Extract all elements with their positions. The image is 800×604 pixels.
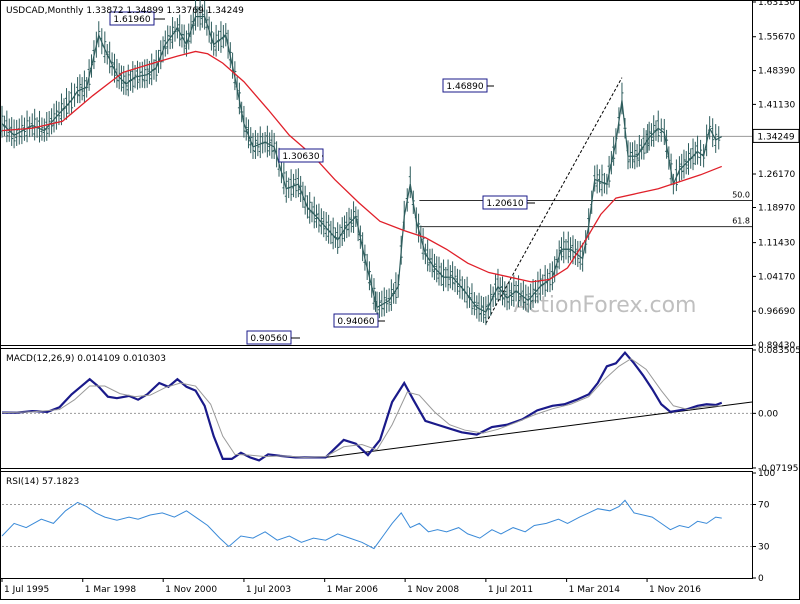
x-tick-label: 1 Jul 1995	[4, 585, 49, 595]
usdcad-monthly-chart: ActionForex.com 1.63130 1.55670 1.48390 1.41…	[0, 0, 800, 600]
annotation-label: 1.30630	[282, 152, 319, 162]
price-y-tick-label: 1.18970	[758, 204, 795, 214]
price-y-tick-label: 1.04170	[758, 272, 795, 282]
price-y-tick-label: 1.48390	[758, 67, 795, 77]
price-bars	[0, 0, 721, 326]
price-y-tick-label: 1.11430	[758, 239, 795, 249]
fib-level-label: 50.0	[732, 190, 750, 199]
price-y-tick-label: 1.63130	[758, 0, 795, 8]
watermark: ActionForex.com	[514, 293, 697, 318]
rsi-y-tick-label: 100	[758, 469, 775, 479]
x-tick-label: 1 Jul 2011	[488, 585, 533, 595]
rsi-y-tick-label: 30	[758, 543, 770, 553]
last-price-label: 1.34249	[757, 132, 794, 142]
rsi-line	[1, 499, 722, 550]
rsi-panel-header: RSI(14) 57.1823	[6, 477, 79, 487]
price-y-tick-label: 0.96690	[758, 307, 795, 317]
rsi-y-tick-label: 70	[758, 501, 770, 511]
chart-canvas: ActionForex.com 1.63130 1.55670 1.48390 1.41…	[0, 0, 800, 600]
price-panel-header: USDCAD,Monthly 1.33872 1.34899 1.33769 1…	[6, 6, 244, 16]
rsi-panel-frame	[0, 471, 753, 579]
x-tick-label: 1 Nov 2000	[165, 585, 217, 595]
x-tick-label: 1 Nov 2016	[649, 585, 701, 595]
annotation-label: 1.61960	[113, 15, 150, 25]
x-tick-label: 1 Mar 2014	[569, 585, 621, 595]
annotation-label: 0.90560	[250, 334, 287, 344]
x-tick-label: 1 Mar 2006	[327, 585, 379, 595]
x-tick-label: 1 Nov 2008	[407, 585, 459, 595]
rsi-y-tick-label: 0	[758, 574, 764, 584]
price-y-tick-label: 1.41130	[758, 100, 795, 110]
macd-signal-line	[1, 358, 722, 458]
macd-y-tick-label: 0.00	[758, 409, 778, 419]
x-tick-label: 1 Jul 2003	[246, 585, 291, 595]
fib-level-label: 61.8	[732, 217, 750, 226]
x-tick-label: 1 Mar 1998	[85, 585, 137, 595]
macd-y-tick-label: 0.083505	[758, 346, 800, 356]
annotation-label: 0.94060	[337, 317, 374, 327]
price-y-tick-label: 1.26170	[758, 170, 795, 180]
annotation-label: 1.46890	[446, 82, 483, 92]
price-y-tick-label: 1.55670	[758, 33, 795, 43]
annotation-label: 1.20610	[486, 199, 523, 209]
macd-panel-header: MACD(12,26,9) 0.014109 0.010303	[6, 354, 166, 364]
